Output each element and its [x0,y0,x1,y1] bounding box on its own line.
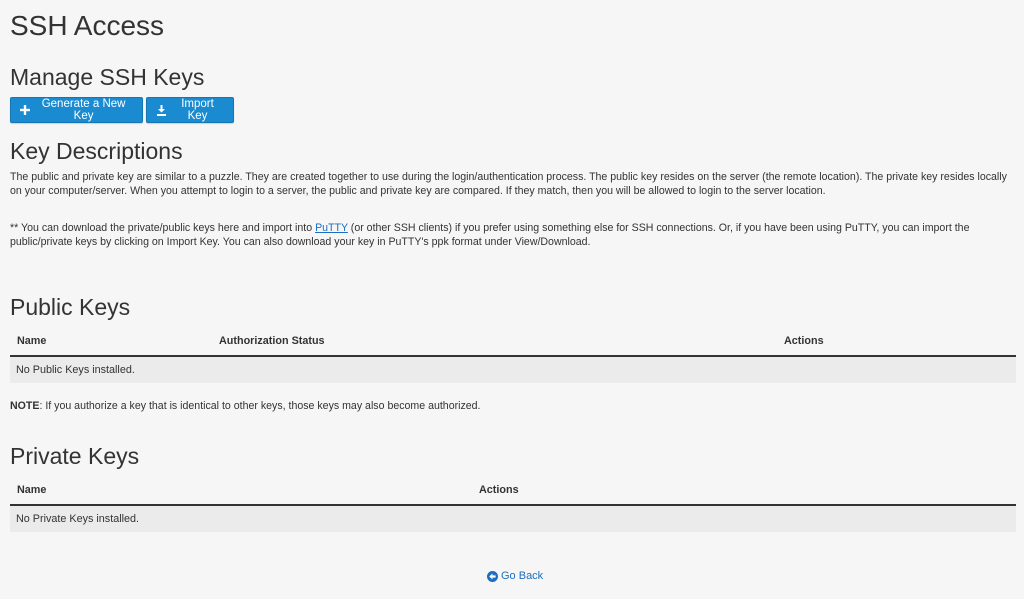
putty-info-prefix: ** You can download the private/public k… [10,222,316,234]
private-keys-heading: Private Keys [10,443,140,469]
import-key-button[interactable]: Import Key [146,97,234,123]
authorization-note: NOTE: If you authorize a key that is ide… [10,400,481,412]
putty-info-paragraph: ** You can download the private/public k… [10,221,1010,249]
generate-new-key-button[interactable]: Generate a New Key [10,97,143,123]
note-label: NOTE [10,400,40,412]
public-keys-col-authorization-status[interactable]: Authorization Status [219,335,325,347]
page-title: SSH Access [10,10,165,41]
import-icon [156,104,167,116]
public-keys-col-actions: Actions [784,335,824,347]
generate-new-key-label: Generate a New Key [41,98,126,122]
public-keys-table-header: Name Authorization Status Actions [10,327,1016,357]
private-keys-table: Name Actions No Private Keys installed. [10,476,1016,532]
putty-link[interactable]: PuTTY [315,222,348,234]
key-descriptions-heading: Key Descriptions [10,138,183,164]
go-back-label: Go Back [501,570,544,582]
private-keys-col-actions: Actions [479,484,519,496]
import-key-label: Import Key [181,98,214,122]
private-keys-col-name[interactable]: Name [17,484,46,496]
public-keys-table: Name Authorization Status Actions No Pub… [10,327,1016,383]
page: SSH Access Manage SSH Keys Generate a Ne… [0,0,1024,599]
private-keys-table-header: Name Actions [10,476,1016,506]
go-back-link[interactable]: Go Back [487,570,543,582]
plus-icon [20,105,31,116]
manage-ssh-keys-heading: Manage SSH Keys [10,64,205,90]
public-keys-heading: Public Keys [10,294,131,320]
arrow-circle-left-icon [487,570,498,582]
public-keys-empty-row: No Public Keys installed. [10,357,1016,383]
private-keys-empty-row: No Private Keys installed. [10,506,1016,532]
public-keys-col-name[interactable]: Name [17,335,46,347]
note-text: : If you authorize a key that is identic… [39,400,481,412]
key-description-paragraph: The public and private key are similar t… [10,171,1007,197]
